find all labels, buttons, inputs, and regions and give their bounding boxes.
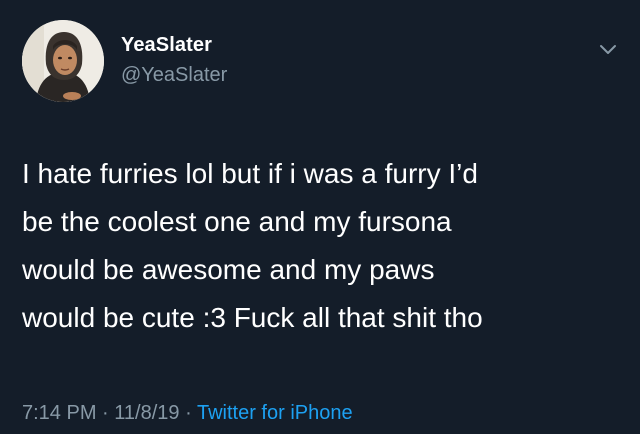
tweet-line: would be cute :3 Fuck all that shit tho xyxy=(22,302,483,333)
tweet-line: would be awesome and my paws xyxy=(22,254,435,285)
tweet-card: YeaSlater @YeaSlater I hate furries lol … xyxy=(0,0,640,434)
profile-photo-icon xyxy=(22,20,104,102)
tweet-line: I hate furries lol but if i was a furry … xyxy=(22,158,478,189)
tweet-metadata: 7:14 PM · 11/8/19 · Twitter for iPhone xyxy=(22,402,353,425)
user-handle[interactable]: @YeaSlater xyxy=(121,64,227,87)
tweet-date[interactable]: 11/8/19 xyxy=(114,402,179,424)
tweet-source-link[interactable]: Twitter for iPhone xyxy=(197,402,353,424)
meta-separator: · xyxy=(102,402,109,424)
tweet-time[interactable]: 7:14 PM xyxy=(22,402,96,424)
tweet-text: I hate furries lol but if i was a furry … xyxy=(22,150,622,342)
avatar[interactable] xyxy=(22,20,104,102)
chevron-down-icon[interactable] xyxy=(597,42,619,58)
meta-separator: · xyxy=(185,402,192,424)
display-name[interactable]: YeaSlater xyxy=(121,34,212,57)
tweet-line: be the coolest one and my fursona xyxy=(22,206,452,237)
